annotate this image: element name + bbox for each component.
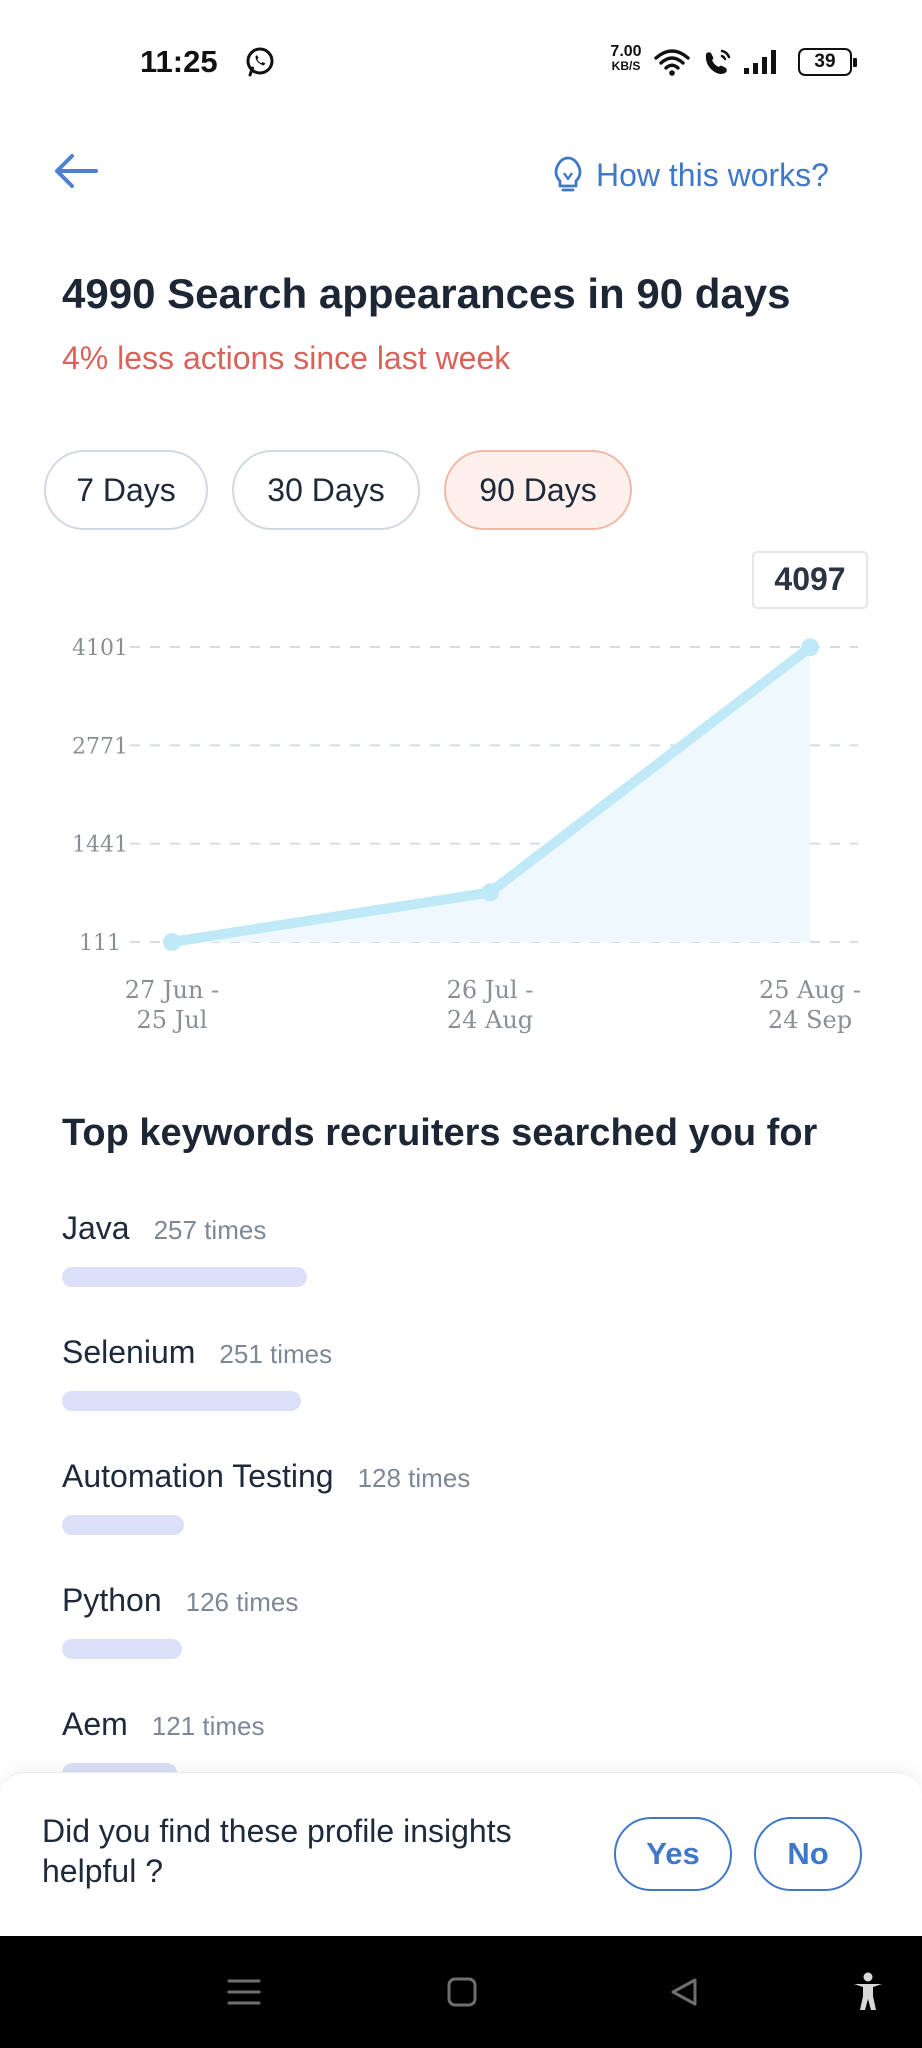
battery-level: 39 [814, 51, 836, 72]
keyword-count: 128 times [357, 1463, 471, 1493]
keyword-name: Java [62, 1210, 130, 1246]
period-chip-90-days[interactable]: 90 Days [444, 450, 632, 530]
keyword-count: 121 times [151, 1711, 265, 1741]
keyword-item-automation-testing: Automation Testing 128 times [62, 1458, 470, 1548]
menu-icon [227, 1979, 261, 2005]
period-chip-30-days[interactable]: 30 Days [232, 450, 420, 530]
period-chip-7-days[interactable]: 7 Days [44, 450, 208, 530]
accessibility-icon [854, 1972, 882, 2010]
x-tick-label: 24 Sep [768, 1006, 852, 1034]
home-square-icon [447, 1977, 477, 2007]
y-tick-label: 2771 [72, 734, 128, 759]
keyword-name: Aem [62, 1706, 128, 1742]
keyword-item-selenium: Selenium 251 times [62, 1334, 332, 1424]
wifi-calling-icon [705, 49, 731, 74]
keyword-bar [62, 1515, 184, 1535]
keyword-name: Automation Testing [62, 1458, 334, 1494]
battery-indicator: 39 [798, 48, 857, 76]
value-tooltip-label: 4097 [774, 561, 845, 597]
wifi-icon [654, 49, 690, 76]
chart-point [163, 933, 181, 951]
arrow-left-icon [55, 154, 98, 188]
x-tick-label: 26 Jul - [447, 976, 534, 1004]
system-nav-bar [0, 1936, 922, 2048]
network-speed: 7.00 KB/S [604, 44, 648, 74]
how-this-works-link[interactable]: How this works? [552, 150, 829, 200]
search-appearances-chart: 11114412771410127 Jun -25 Jul26 Jul -24 … [72, 551, 868, 1034]
feedback-yes-button[interactable]: Yes [614, 1817, 732, 1891]
accessibility-button[interactable] [842, 1966, 894, 2018]
lightbulb-icon [554, 156, 582, 192]
keyword-count: 257 times [153, 1215, 267, 1245]
status-time: 11:25 [140, 44, 218, 79]
keyword-name: Selenium [62, 1334, 196, 1370]
feedback-question: Did you find these profile insights help… [42, 1813, 512, 1889]
x-tick-label: 25 Aug - [759, 976, 861, 1004]
nav-back-button[interactable] [658, 1966, 710, 2018]
trend-subtitle: 4% less actions since last week [62, 340, 511, 376]
keyword-name: Python [62, 1582, 162, 1618]
network-speed-value: 7.00 [610, 43, 642, 60]
how-this-works-label: How this works? [596, 156, 829, 193]
back-triangle-icon [671, 1978, 697, 2006]
network-speed-unit: KB/S [611, 59, 641, 73]
keyword-item-python: Python 126 times [62, 1582, 298, 1672]
y-tick-label: 4101 [72, 636, 128, 661]
signal-icon [744, 50, 776, 74]
keyword-item-java: Java 257 times [62, 1210, 307, 1300]
y-tick-label: 1441 [72, 833, 128, 858]
back-button[interactable] [50, 145, 102, 197]
y-tick-label: 111 [79, 931, 121, 956]
whatsapp-icon [246, 47, 274, 77]
feedback-no-button[interactable]: No [754, 1817, 862, 1891]
status-bar: 11:25 7.00 KB/S 39 [0, 0, 922, 120]
keyword-count: 251 times [219, 1339, 333, 1369]
home-button[interactable] [436, 1966, 488, 2018]
x-tick-label: 25 Jul [137, 1006, 208, 1034]
x-tick-label: 27 Jun - [125, 976, 219, 1004]
keyword-bar [62, 1639, 182, 1659]
x-tick-label: 24 Aug [447, 1006, 533, 1034]
keyword-bar [62, 1391, 301, 1411]
chart-point [801, 638, 819, 657]
chart-point [481, 883, 499, 902]
keyword-count: 126 times [185, 1587, 299, 1617]
feedback-panel: Did you find these profile insights help… [0, 1772, 922, 1936]
page-title: 4990 Search appearances in 90 days [62, 270, 791, 317]
keywords-title: Top keywords recruiters searched you for [62, 1112, 818, 1154]
menu-button[interactable] [218, 1966, 270, 2018]
keyword-bar [62, 1267, 307, 1287]
